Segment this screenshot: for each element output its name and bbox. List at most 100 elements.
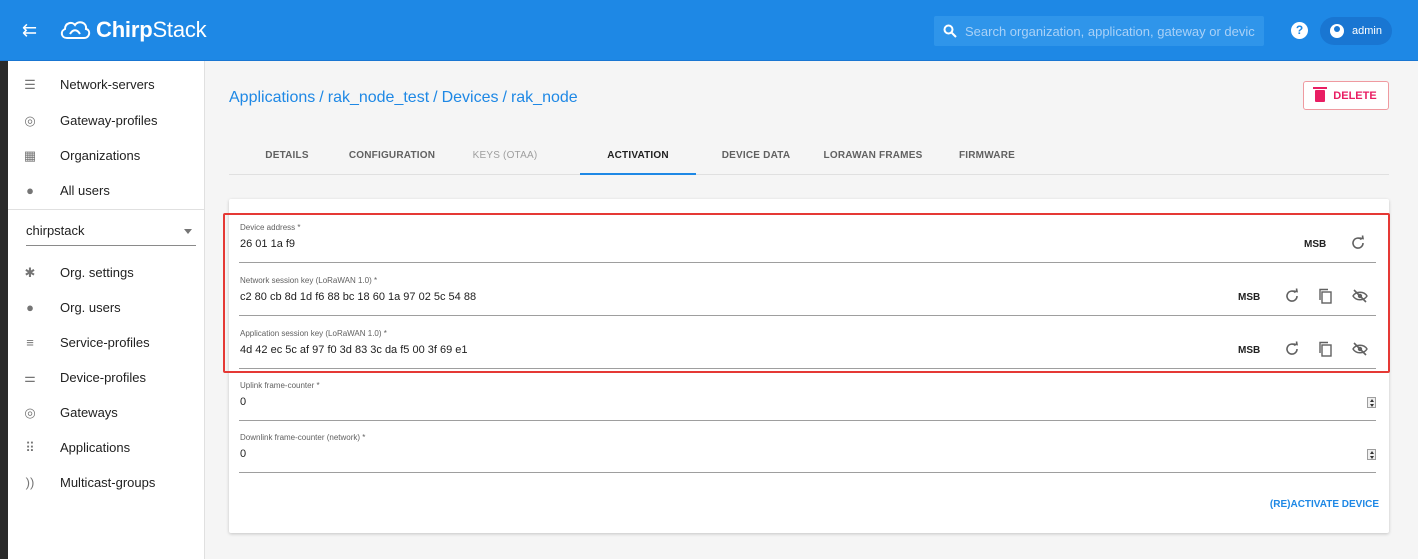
sidebar-item-all-users[interactable]: ● All users	[8, 173, 204, 208]
search-input[interactable]	[965, 23, 1255, 39]
rss-icon: ))	[25, 474, 35, 490]
byte-order-toggle[interactable]: MSB	[1304, 239, 1326, 250]
visibility-off-icon[interactable]	[1351, 288, 1369, 306]
sidebar-item-label: Applications	[60, 440, 131, 455]
sliders-icon: ⚌	[24, 369, 36, 385]
sidebar: ☰ Network-servers ◎ Gateway-profiles ▦ O…	[0, 61, 205, 559]
account-icon	[1330, 24, 1344, 38]
sidebar-item-applications[interactable]: ⠿ Applications	[8, 430, 204, 465]
sidebar-item-label: Network-servers	[60, 77, 155, 92]
user-icon: ●	[26, 299, 34, 315]
sidebar-item-network-servers[interactable]: ☰ Network-servers	[8, 67, 204, 102]
breadcrumb-device: rak_node	[510, 89, 578, 106]
delete-button[interactable]: DELETE	[1303, 81, 1389, 110]
uplink-frame-counter-label: Uplink frame-counter *	[240, 381, 320, 390]
sidebar-item-label: Gateway-profiles	[60, 113, 158, 128]
sidebar-item-org-users[interactable]: ● Org. users	[8, 290, 204, 325]
brand-prefix: Chirp	[96, 17, 153, 42]
user-name: admin	[1352, 25, 1382, 37]
main-content: Applications / rak_node_test / Devices / rak_n…	[205, 61, 1418, 559]
sidebar-item-device-profiles[interactable]: ⚌ Device-profiles	[8, 360, 204, 395]
sidebar-item-multicast-groups[interactable]: )) Multicast-groups	[8, 465, 204, 500]
sidebar-item-label: Multicast-groups	[60, 475, 156, 490]
device-address-value[interactable]: 26 01 1a f9	[240, 238, 295, 250]
refresh-icon[interactable]	[1283, 341, 1301, 359]
application-session-key-label: Application session key (LoRaWAN 1.0) *	[240, 329, 387, 338]
tab-activation[interactable]: ACTIVATION	[580, 137, 696, 175]
breadcrumb-separator: /	[433, 89, 438, 106]
number-stepper[interactable]	[1367, 397, 1376, 408]
sidebar-item-label: Service-profiles	[60, 335, 150, 350]
number-stepper[interactable]	[1367, 449, 1376, 460]
search-box[interactable]	[934, 16, 1264, 46]
refresh-icon[interactable]	[1283, 288, 1301, 306]
refresh-icon[interactable]	[1349, 235, 1367, 253]
application-session-key-value[interactable]: 4d 42 ec 5c af 97 f0 3d 83 3c da f5 00 3…	[240, 344, 468, 356]
reactivate-device-button[interactable]: (RE)ACTIVATE DEVICE	[1267, 495, 1379, 515]
trash-icon	[1313, 86, 1328, 102]
downlink-frame-counter-label: Downlink frame-counter (network) *	[240, 433, 366, 442]
uplink-frame-counter-value[interactable]: 0	[240, 396, 246, 408]
tab-device-data[interactable]: DEVICE DATA	[713, 137, 799, 175]
byte-order-toggle[interactable]: MSB	[1238, 292, 1260, 303]
network-session-key-field[interactable]: Network session key (LoRaWAN 1.0) * c2 8…	[239, 276, 1376, 316]
search-icon	[943, 24, 957, 38]
downlink-frame-counter-value[interactable]: 0	[240, 448, 246, 460]
apps-grid-icon: ⠿	[25, 439, 35, 455]
chirpstack-logo-icon	[60, 21, 91, 39]
activation-form-card: Device address * 26 01 1a f9 MSB Network…	[229, 199, 1389, 533]
sidebar-item-service-profiles[interactable]: ≡ Service-profiles	[8, 325, 204, 360]
domain-icon: ▦	[23, 147, 37, 163]
visibility-off-icon[interactable]	[1351, 341, 1369, 359]
user-list-icon: ≡	[26, 334, 34, 350]
breadcrumb-separator: /	[319, 89, 324, 106]
app-bar: ⇇ ChirpStack ? admin	[0, 0, 1418, 61]
user-menu-button[interactable]: admin	[1320, 17, 1392, 45]
sidebar-item-label: Org. users	[60, 300, 121, 315]
copy-icon[interactable]	[1316, 341, 1334, 359]
sidebar-item-organizations[interactable]: ▦ Organizations	[8, 138, 204, 173]
device-address-field[interactable]: Device address * 26 01 1a f9 MSB	[239, 223, 1376, 263]
network-session-key-label: Network session key (LoRaWAN 1.0) *	[240, 276, 378, 285]
gear-icon: ✱	[24, 264, 36, 280]
organization-select[interactable]: chirpstack	[26, 216, 196, 246]
sidebar-divider	[8, 209, 204, 210]
sidebar-item-gateways[interactable]: ◎ Gateways	[8, 395, 204, 430]
collapse-drawer-icon[interactable]: ⇇	[22, 20, 46, 40]
network-session-key-value[interactable]: c2 80 cb 8d 1d f6 88 bc 18 60 1a 97 02 5…	[240, 291, 476, 303]
tab-configuration[interactable]: CONFIGURATION	[339, 137, 445, 175]
logo[interactable]: ChirpStack	[58, 12, 207, 48]
server-icon: ☰	[24, 76, 36, 92]
sidebar-item-label: Device-profiles	[60, 370, 146, 385]
sidebar-item-label: Organizations	[60, 148, 141, 163]
uplink-frame-counter-field[interactable]: Uplink frame-counter * 0	[239, 381, 1376, 421]
chevron-down-icon	[184, 229, 192, 234]
tab-firmware[interactable]: FIRMWARE	[950, 137, 1024, 175]
user-icon: ●	[26, 182, 34, 198]
byte-order-toggle[interactable]: MSB	[1238, 345, 1260, 356]
tab-details[interactable]: DETAILS	[251, 137, 323, 175]
sidebar-item-label: Gateways	[60, 405, 118, 420]
organization-select-value: chirpstack	[26, 223, 85, 238]
device-address-label: Device address *	[240, 223, 301, 232]
application-session-key-field[interactable]: Application session key (LoRaWAN 1.0) * …	[239, 329, 1376, 369]
breadcrumb-devices[interactable]: Devices	[442, 89, 499, 106]
copy-icon[interactable]	[1316, 288, 1334, 306]
sidebar-item-gateway-profiles[interactable]: ◎ Gateway-profiles	[8, 103, 204, 138]
radio-tower-icon: ◎	[24, 112, 36, 128]
sidebar-item-label: Org. settings	[60, 265, 134, 280]
breadcrumb-applications[interactable]: Applications	[229, 89, 315, 106]
tab-bar: DETAILS CONFIGURATION KEYS (OTAA) ACTIVA…	[229, 137, 1389, 175]
breadcrumb-separator: /	[502, 89, 507, 106]
delete-button-label: DELETE	[1333, 89, 1377, 102]
breadcrumb-application[interactable]: rak_node_test	[328, 89, 429, 106]
sidebar-item-label: All users	[60, 183, 110, 198]
brand-suffix: Stack	[152, 17, 207, 42]
sidebar-item-org-settings[interactable]: ✱ Org. settings	[8, 255, 204, 290]
tab-lorawan-frames[interactable]: LORAWAN FRAMES	[817, 137, 929, 175]
downlink-frame-counter-field[interactable]: Downlink frame-counter (network) * 0	[239, 433, 1376, 473]
radio-tower-icon: ◎	[24, 404, 36, 420]
help-icon[interactable]: ?	[1291, 22, 1308, 39]
breadcrumb: Applications / rak_node_test / Devices / rak_n…	[229, 89, 578, 107]
tab-keys-otaa: KEYS (OTAA)	[472, 150, 538, 161]
